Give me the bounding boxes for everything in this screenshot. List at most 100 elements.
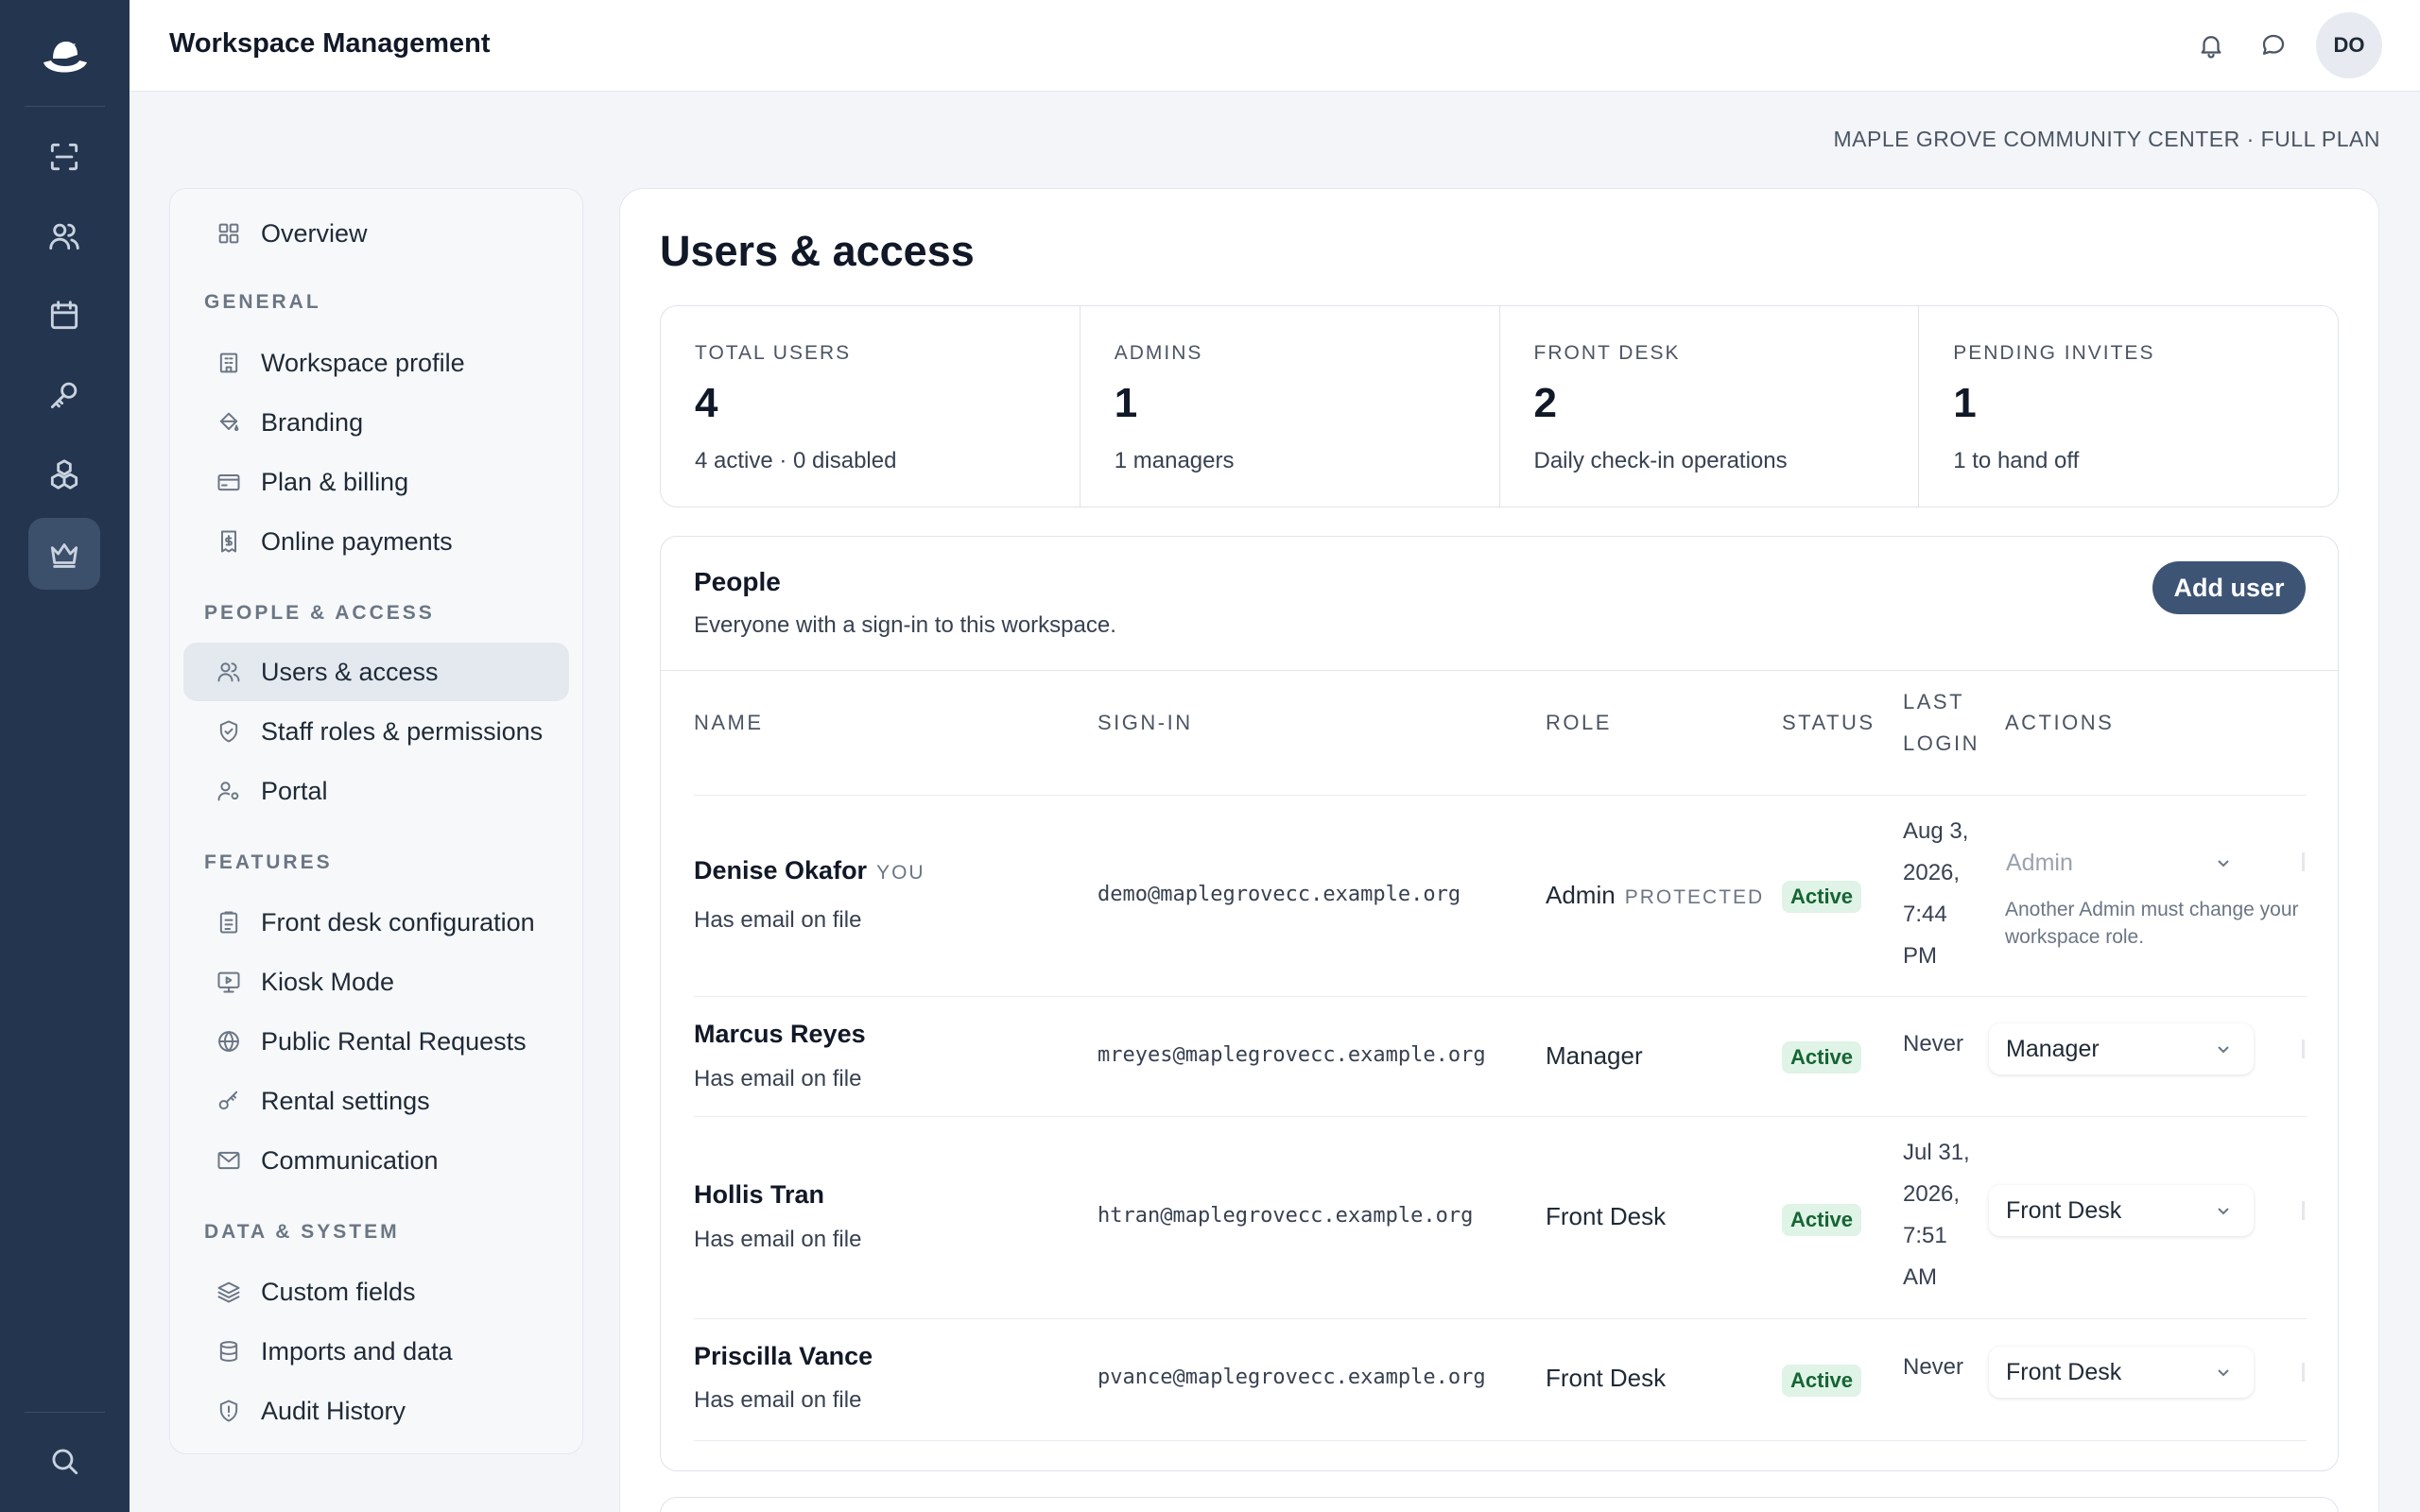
nav-item-public-rental-requests[interactable]: Public Rental Requests (183, 1012, 569, 1071)
user-email-status: Has email on file (694, 1387, 862, 1413)
column-header-status[interactable]: STATUS (1782, 702, 1876, 744)
row-action-button[interactable] (2302, 1201, 2305, 1220)
nav-item-overview[interactable]: Overview (183, 204, 569, 263)
column-header-name[interactable]: NAME (694, 702, 764, 744)
last-login-line: 2026, (1903, 860, 1961, 885)
nav-item-kiosk-mode[interactable]: Kiosk Mode (183, 953, 569, 1011)
rail-modules-button[interactable] (28, 438, 100, 510)
nav-item-online-payments[interactable]: Online payments (183, 512, 569, 571)
search-icon (52, 1449, 78, 1475)
add-user-button[interactable]: Add user (2152, 561, 2306, 614)
rail-admin-button[interactable] (28, 518, 100, 590)
settings-nav: Overview GENERAL Workspace profile Brand… (169, 188, 583, 1454)
status-badge: Active (1782, 1204, 1862, 1236)
chevron-down-icon (2218, 860, 2229, 868)
credit-card-icon (217, 474, 240, 491)
nav-item-label: Front desk configuration (261, 907, 535, 936)
nav-item-branding[interactable]: Branding (183, 393, 569, 452)
status-cell: Active (1782, 1204, 1862, 1236)
rail-people-button[interactable] (28, 200, 100, 272)
stats-row: TOTAL USERS 4 4 active · 0 disabled ADMI… (660, 305, 2339, 507)
you-badge: YOU (876, 862, 925, 884)
nav-item-audit-history[interactable]: Audit History (183, 1382, 569, 1440)
nav-item-plan-billing[interactable]: Plan & billing (183, 453, 569, 511)
nav-item-imports-data[interactable]: Imports and data (183, 1322, 569, 1381)
rail-calendar-button[interactable] (28, 280, 100, 352)
nav-item-rental-settings[interactable]: Rental settings (183, 1072, 569, 1130)
role-select-disabled: Admin (1989, 837, 2254, 888)
nav-item-portal[interactable]: Portal (183, 762, 569, 820)
nav-item-label: Staff roles & permissions (261, 716, 544, 746)
column-header-last-login-line: LAST (1903, 690, 1965, 713)
users-access-panel: Users & access TOTAL USERS 4 4 active · … (619, 188, 2379, 1512)
user-role-cell: Admin PROTECTED (1546, 881, 1764, 910)
nav-item-users-access[interactable]: Users & access (183, 643, 569, 701)
row-divider (694, 996, 2307, 997)
user-role: Front Desk (1546, 1364, 1667, 1392)
role-select-value: Front Desk (2006, 1358, 2122, 1385)
people-title: People (694, 567, 781, 596)
last-login: Aug 3, 2026, 7:44 PM (1903, 811, 1968, 977)
icon-rail (0, 0, 130, 1512)
nav-item-label: Audit History (261, 1396, 406, 1425)
row-action-button[interactable] (2302, 1363, 2305, 1382)
user-email: pvance@maplegrovecc.example.org (1098, 1366, 1486, 1389)
user-email-status: Has email on file (694, 907, 862, 933)
user-role: Manager (1546, 1041, 1643, 1070)
row-action-button[interactable] (2302, 1040, 2305, 1058)
column-header-last-login[interactable]: LAST LOGIN (1903, 681, 1979, 765)
stat-subtext: 1 to hand off (1953, 448, 2080, 473)
stat-subtext: 1 managers (1114, 448, 1235, 473)
user-key-icon (217, 782, 239, 801)
rail-key-button[interactable] (28, 359, 100, 431)
user-email: mreyes@maplegrovecc.example.org (1098, 1043, 1486, 1067)
nav-item-staff-roles[interactable]: Staff roles & permissions (183, 702, 569, 761)
divider (661, 670, 2338, 671)
top-bar: Workspace Management DO (130, 0, 2420, 92)
last-login-line: 7:44 (1903, 902, 1947, 927)
mail-icon (217, 1151, 240, 1170)
nav-item-front-desk-config[interactable]: Front desk configuration (183, 893, 569, 952)
row-action-button[interactable] (2302, 852, 2305, 871)
user-avatar[interactable]: DO (2316, 12, 2382, 78)
stat-admins: ADMINS 1 1 managers (1080, 306, 1500, 507)
column-header-role[interactable]: ROLE (1546, 702, 1612, 744)
rail-search-button[interactable] (28, 1425, 100, 1497)
last-login-line: Jul 31, (1903, 1140, 1970, 1165)
nav-item-label: Users & access (261, 657, 439, 686)
role-select[interactable]: Front Desk (1989, 1347, 2254, 1398)
scan-icon (50, 143, 78, 171)
nav-section-people-access: PEOPLE & ACCESS (204, 602, 435, 624)
status-cell: Active (1782, 1041, 1862, 1074)
last-login-line: Aug 3, (1903, 818, 1969, 844)
column-header-actions[interactable]: ACTIONS (2005, 702, 2114, 744)
nav-item-communication[interactable]: Communication (183, 1131, 569, 1190)
last-login-line: PM (1903, 943, 1937, 969)
notifications-button[interactable] (2192, 26, 2230, 64)
messages-button[interactable] (2255, 26, 2292, 64)
app-title: Workspace Management (169, 28, 491, 59)
stat-value: 2 (1533, 380, 1557, 426)
app-logo-icon[interactable] (34, 34, 95, 85)
stat-label: TOTAL USERS (695, 342, 852, 364)
rail-scan-button[interactable] (28, 121, 100, 193)
people-icon (49, 223, 79, 250)
chevron-down-icon (2218, 1369, 2229, 1377)
user-name: Priscilla Vance (694, 1342, 873, 1370)
nav-item-workspace-profile[interactable]: Workspace profile (183, 334, 569, 392)
chevron-down-icon (2218, 1046, 2229, 1054)
clipboard-icon (219, 911, 238, 934)
receipt-icon (221, 530, 236, 553)
stat-value: 1 (1953, 380, 1977, 426)
monitor-play-icon (217, 971, 240, 993)
user-email-status: Has email on file (694, 1066, 862, 1091)
people-icon (217, 662, 240, 682)
role-select[interactable]: Front Desk (1989, 1185, 2254, 1236)
last-login: Never (1903, 1354, 1964, 1380)
nav-item-custom-fields[interactable]: Custom fields (183, 1263, 569, 1321)
column-header-sign-in[interactable]: SIGN-IN (1098, 702, 1193, 744)
role-select[interactable]: Manager (1989, 1023, 2254, 1074)
stat-total-users: TOTAL USERS 4 4 active · 0 disabled (661, 306, 1080, 507)
nav-section-data-system: DATA & SYSTEM (204, 1221, 400, 1243)
role-change-note: Another Admin must change your workspace… (2005, 896, 2308, 951)
